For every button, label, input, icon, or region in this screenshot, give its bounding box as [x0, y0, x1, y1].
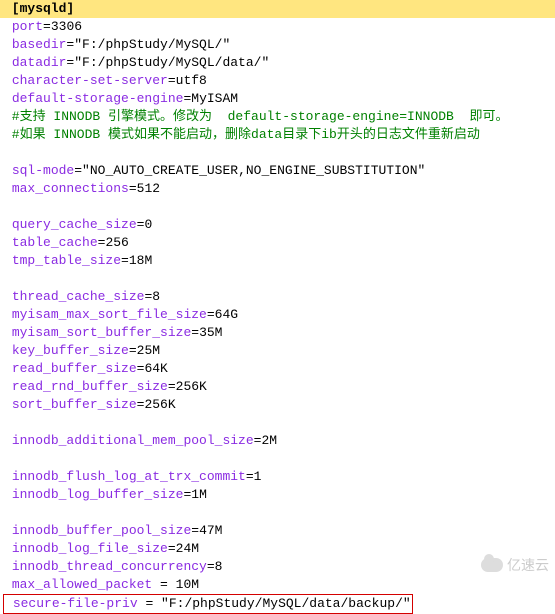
- config-value: 18M: [129, 253, 152, 268]
- config-value: 0: [144, 217, 152, 232]
- config-line: read_buffer_size=64K: [0, 360, 555, 378]
- cloud-icon: [481, 558, 503, 572]
- config-value: 8: [152, 289, 160, 304]
- comment-text: #如果 INNODB 模式如果不能启动，删除data目录下ib开头的日志文件重新…: [4, 127, 480, 142]
- config-value: 35M: [199, 325, 222, 340]
- config-line: basedir="F:/phpStudy/MySQL/": [0, 36, 555, 54]
- config-value: 1: [254, 469, 262, 484]
- config-key: secure-file-priv: [13, 596, 138, 611]
- config-line: table_cache=256: [0, 234, 555, 252]
- config-line: character-set-server=utf8: [0, 72, 555, 90]
- config-key: tmp_table_size: [12, 253, 121, 268]
- config-line: [0, 504, 555, 522]
- config-line: #如果 INNODB 模式如果不能启动，删除data目录下ib开头的日志文件重新…: [0, 126, 555, 144]
- config-line: query_cache_size=0: [0, 216, 555, 234]
- config-value: 24M: [176, 541, 199, 556]
- config-line: default-storage-engine=MyISAM: [0, 90, 555, 108]
- config-line: [0, 450, 555, 468]
- config-line: sort_buffer_size=256K: [0, 396, 555, 414]
- config-line: read_rnd_buffer_size=256K: [0, 378, 555, 396]
- config-key: key_buffer_size: [12, 343, 129, 358]
- config-key: max_connections: [12, 181, 129, 196]
- watermark: 亿速云: [481, 555, 549, 575]
- config-value: 25M: [137, 343, 160, 358]
- config-key: port: [12, 19, 43, 34]
- config-key: max_allowed_packet: [12, 577, 152, 592]
- config-value: 3306: [51, 19, 82, 34]
- config-key: default-storage-engine: [12, 91, 184, 106]
- config-value: "F:/phpStudy/MySQL/": [74, 37, 230, 52]
- config-key: innodb_log_buffer_size: [12, 487, 184, 502]
- config-line: max_allowed_packet = 10M: [0, 576, 555, 594]
- config-line: innodb_log_file_size=24M: [0, 540, 555, 558]
- config-line: innodb_thread_concurrency=8: [0, 558, 555, 576]
- config-key: innodb_log_file_size: [12, 541, 168, 556]
- section-header: [mysqld]: [0, 0, 555, 18]
- config-key: myisam_max_sort_file_size: [12, 307, 207, 322]
- config-line: [0, 414, 555, 432]
- config-value: 10M: [176, 577, 199, 592]
- config-value: MyISAM: [191, 91, 238, 106]
- config-value: 64G: [215, 307, 238, 322]
- config-value: 2M: [261, 433, 277, 448]
- config-key: character-set-server: [12, 73, 168, 88]
- config-key: read_rnd_buffer_size: [12, 379, 168, 394]
- config-value: 512: [137, 181, 160, 196]
- config-key: innodb_additional_mem_pool_size: [12, 433, 254, 448]
- config-key: sort_buffer_size: [12, 397, 137, 412]
- config-value: 47M: [199, 523, 222, 538]
- config-line: max_connections=512: [0, 180, 555, 198]
- config-line: #支持 INNODB 引擎模式。修改为 default-storage-engi…: [0, 108, 555, 126]
- config-value: 1M: [191, 487, 207, 502]
- config-line: innodb_log_buffer_size=1M: [0, 486, 555, 504]
- config-line: tmp_table_size=18M: [0, 252, 555, 270]
- highlight-box: secure-file-priv = "F:/phpStudy/MySQL/da…: [3, 594, 413, 614]
- config-key: sql-mode: [12, 163, 74, 178]
- config-value: 64K: [144, 361, 167, 376]
- config-key: datadir: [12, 55, 67, 70]
- config-line: innodb_buffer_pool_size=47M: [0, 522, 555, 540]
- config-value: 8: [215, 559, 223, 574]
- config-line: [0, 198, 555, 216]
- config-value: "NO_AUTO_CREATE_USER,NO_ENGINE_SUBSTITUT…: [82, 163, 425, 178]
- config-key: innodb_flush_log_at_trx_commit: [12, 469, 246, 484]
- config-file-view: [mysqld] port=3306 basedir="F:/phpStudy/…: [0, 0, 555, 614]
- config-line: [0, 144, 555, 162]
- watermark-text: 亿速云: [507, 555, 549, 575]
- config-key: basedir: [12, 37, 67, 52]
- config-line: innodb_flush_log_at_trx_commit=1: [0, 468, 555, 486]
- config-line: port=3306: [0, 18, 555, 36]
- config-line: myisam_sort_buffer_size=35M: [0, 324, 555, 342]
- config-key: query_cache_size: [12, 217, 137, 232]
- config-line: innodb_additional_mem_pool_size=2M: [0, 432, 555, 450]
- config-line: thread_cache_size=8: [0, 288, 555, 306]
- config-line: sql-mode="NO_AUTO_CREATE_USER,NO_ENGINE_…: [0, 162, 555, 180]
- config-value: 256K: [144, 397, 175, 412]
- config-key: innodb_buffer_pool_size: [12, 523, 191, 538]
- config-key: myisam_sort_buffer_size: [12, 325, 191, 340]
- config-line: datadir="F:/phpStudy/MySQL/data/": [0, 54, 555, 72]
- highlighted-config-line: secure-file-priv = "F:/phpStudy/MySQL/da…: [0, 594, 555, 614]
- config-key: innodb_thread_concurrency: [12, 559, 207, 574]
- config-value: "F:/phpStudy/MySQL/data/": [74, 55, 269, 70]
- config-value: utf8: [176, 73, 207, 88]
- config-value: 256: [105, 235, 128, 250]
- config-line: myisam_max_sort_file_size=64G: [0, 306, 555, 324]
- comment-text: #支持 INNODB 引擎模式。修改为 default-storage-engi…: [4, 109, 508, 124]
- config-key: thread_cache_size: [12, 289, 145, 304]
- config-key: table_cache: [12, 235, 98, 250]
- config-line: [0, 270, 555, 288]
- config-key: read_buffer_size: [12, 361, 137, 376]
- config-line: key_buffer_size=25M: [0, 342, 555, 360]
- config-value: 256K: [176, 379, 207, 394]
- config-value: "F:/phpStudy/MySQL/data/backup/": [161, 596, 411, 611]
